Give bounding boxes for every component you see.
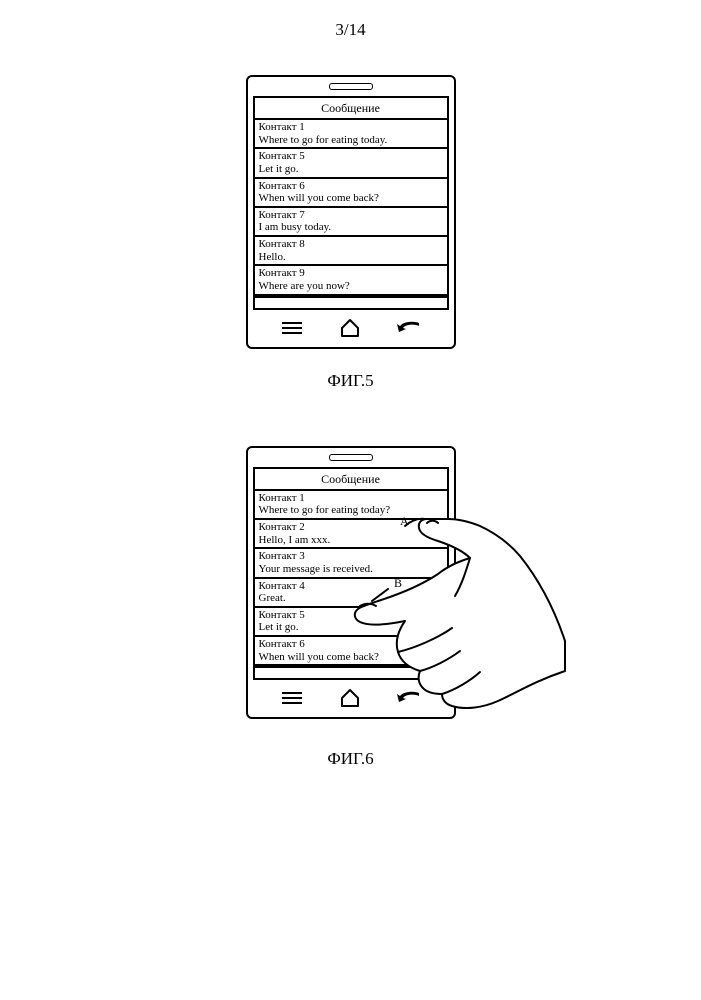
screen: Сообщение Контакт 1 Where to go for eati… (253, 96, 449, 310)
touch-point-label-b: B (394, 576, 402, 591)
figure-5: Сообщение Контакт 1 Where to go for eati… (0, 75, 701, 446)
list-item[interactable]: Контакт 6 When will you come back? (255, 179, 447, 208)
contact-name: Контакт 1 (259, 121, 443, 134)
screen: Сообщение Контакт 1 Where to go for eati… (253, 467, 449, 681)
message-list: Контакт 1 Where to go for eating today? … (255, 491, 447, 679)
back-icon[interactable] (395, 318, 423, 338)
contact-name: Контакт 2 (259, 521, 443, 534)
phone-frame: Сообщение Контакт 1 Where to go for eati… (246, 75, 456, 349)
list-item[interactable]: Контакт 1 Where to go for eating today. (255, 120, 447, 149)
contact-name: Контакт 5 (259, 150, 443, 163)
menu-icon[interactable] (278, 688, 306, 708)
contact-name: Контакт 5 (259, 609, 443, 622)
page-number: 3/14 (0, 20, 701, 40)
list-item[interactable]: Контакт 4 Great. (255, 579, 447, 608)
list-item[interactable]: Контакт 5 Let it go. (255, 608, 447, 637)
menu-icon[interactable] (278, 318, 306, 338)
figure-6: Сообщение Контакт 1 Where to go for eati… (0, 446, 701, 720)
message-preview: I am busy today. (259, 221, 443, 234)
contact-name: Контакт 9 (259, 267, 443, 280)
list-item[interactable]: Контакт 3 Your message is received. (255, 549, 447, 578)
message-preview: Let it go. (259, 621, 443, 634)
figure-caption: ФИГ.5 (327, 371, 373, 391)
contact-name: Контакт 7 (259, 209, 443, 222)
contact-name: Контакт 8 (259, 238, 443, 251)
app-title: Сообщение (255, 98, 447, 120)
message-preview: Where to go for eating today? (259, 504, 443, 517)
speaker-slot (329, 454, 373, 461)
list-item[interactable]: Контакт 9 Where are you now? (255, 266, 447, 295)
message-preview: Hello, I am xxx. (259, 534, 443, 547)
speaker-slot (329, 83, 373, 90)
message-preview: Your message is received. (259, 563, 443, 576)
message-preview: Where to go for eating today. (259, 134, 443, 147)
message-preview: Hello. (259, 251, 443, 264)
touch-point-label-a: A (400, 514, 409, 529)
contact-name: Контакт 1 (259, 492, 443, 505)
home-icon[interactable] (336, 688, 364, 708)
message-preview: Let it go. (259, 163, 443, 176)
message-preview: Great. (259, 592, 443, 605)
home-icon[interactable] (336, 318, 364, 338)
contact-name: Контакт 6 (259, 638, 443, 651)
message-list: Контакт 1 Where to go for eating today. … (255, 120, 447, 308)
list-item[interactable]: Контакт 2 Hello, I am xxx. (255, 520, 447, 549)
message-preview: When will you come back? (259, 651, 443, 664)
navbar (253, 680, 449, 712)
list-item[interactable]: Контакт 7 I am busy today. (255, 208, 447, 237)
navbar (253, 310, 449, 342)
message-preview: Where are you now? (259, 280, 443, 293)
list-item[interactable]: Контакт 8 Hello. (255, 237, 447, 266)
figure-caption: ФИГ.6 (0, 749, 701, 769)
message-preview: When will you come back? (259, 192, 443, 205)
contact-name: Контакт 4 (259, 580, 443, 593)
contact-name: Контакт 3 (259, 550, 443, 563)
list-item[interactable]: Контакт 5 Let it go. (255, 149, 447, 178)
back-icon[interactable] (395, 688, 423, 708)
app-title: Сообщение (255, 469, 447, 491)
list-item[interactable]: Контакт 1 Where to go for eating today? (255, 491, 447, 520)
phone-frame: Сообщение Контакт 1 Where to go for eati… (246, 446, 456, 720)
list-item[interactable]: Контакт 6 When will you come back? (255, 637, 447, 666)
list-item[interactable] (255, 296, 447, 308)
list-item[interactable] (255, 666, 447, 678)
contact-name: Контакт 6 (259, 180, 443, 193)
